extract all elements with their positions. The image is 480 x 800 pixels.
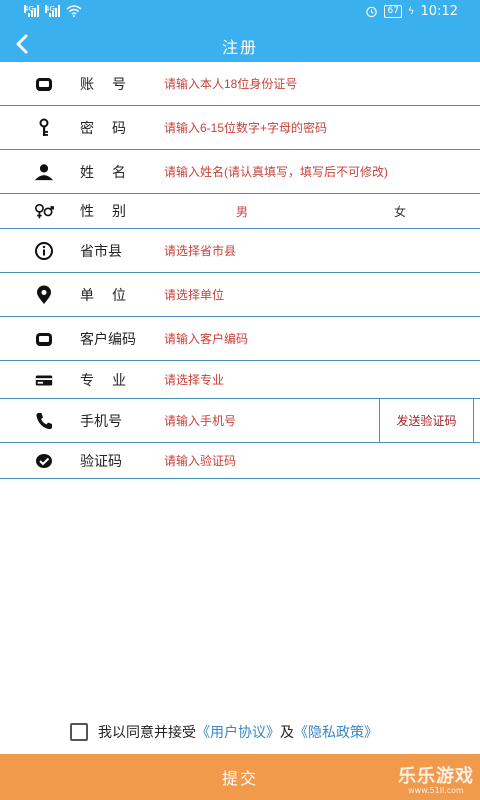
watermark: 乐乐游戏 www.51ll.com <box>398 762 474 795</box>
signal-icon-2: 4G <box>45 5 60 17</box>
privacy-policy-link[interactable]: 《隐私政策》 <box>294 722 378 742</box>
unit-select[interactable] <box>164 287 464 302</box>
account-input[interactable] <box>164 76 464 91</box>
gender-female-option[interactable]: 女 <box>394 203 406 220</box>
id-card-icon <box>34 329 54 349</box>
name-input[interactable] <box>164 164 464 179</box>
register-page: 4G 4G 67 ϟ 10:12 注册 账号 请输入本人18位身份证号 密码 请… <box>0 0 480 800</box>
check-badge-icon <box>34 451 54 471</box>
info-icon <box>34 241 54 261</box>
agreement-row: 我以同意并接受 《用户协议》 及 《隐私政策》 <box>70 722 378 742</box>
name-row: 姓名 <box>0 150 480 194</box>
name-label: 姓名 <box>80 164 144 181</box>
gender-label: 性别 <box>80 204 144 220</box>
page-title: 注册 <box>221 38 258 57</box>
major-row: 专业 <box>0 361 480 399</box>
account-row: 账号 <box>0 62 480 106</box>
user-agreement-link[interactable]: 《用户协议》 <box>196 722 280 742</box>
gender-icon <box>34 201 54 221</box>
customer-code-input[interactable] <box>164 331 464 346</box>
phone-icon <box>34 411 54 431</box>
region-label: 省市县 <box>80 243 122 260</box>
phone-input[interactable] <box>164 413 364 428</box>
watermark-url: www.51ll.com <box>408 786 464 795</box>
unit-label: 单位 <box>80 287 144 304</box>
card-icon <box>34 370 54 390</box>
watermark-title: 乐乐游戏 <box>398 766 474 787</box>
id-card-icon <box>34 74 54 94</box>
code-row: 验证码 <box>0 443 480 479</box>
agreement-and-text: 及 <box>280 725 294 741</box>
alarm-icon <box>366 6 378 18</box>
major-select[interactable] <box>164 372 464 387</box>
password-input[interactable] <box>164 120 464 135</box>
battery-indicator: 67 <box>384 5 402 18</box>
phone-label: 手机号 <box>80 413 122 430</box>
major-label: 专业 <box>80 372 144 389</box>
status-time: 10:12 <box>420 4 458 19</box>
code-input[interactable] <box>164 453 464 468</box>
unit-row: 单位 <box>0 273 480 317</box>
phone-row: 手机号 发送验证码 <box>0 399 480 443</box>
agreement-text: 我以同意并接受 <box>98 725 196 741</box>
location-pin-icon <box>34 285 54 305</box>
title-bar: 注册 <box>0 25 480 62</box>
region-select[interactable] <box>164 243 464 258</box>
wifi-icon <box>66 5 82 17</box>
gender-male-option[interactable]: 男 <box>236 203 248 220</box>
status-bar: 4G 4G 67 ϟ 10:12 <box>0 0 480 25</box>
key-icon <box>34 118 54 138</box>
signal-icon: 4G <box>24 5 39 17</box>
code-label: 验证码 <box>80 453 122 470</box>
account-label: 账号 <box>80 76 144 93</box>
user-icon <box>34 162 54 182</box>
region-row: 省市县 <box>0 229 480 273</box>
customer-code-row: 客户编码 <box>0 317 480 361</box>
gender-row: 性别 男 女 <box>0 194 480 229</box>
customer-code-label: 客户编码 <box>80 331 136 348</box>
register-form: 账号 密码 姓名 性别 男 女 <box>0 62 480 479</box>
send-code-button[interactable]: 发送验证码 <box>379 399 474 442</box>
charging-icon: ϟ <box>407 6 415 17</box>
agreement-checkbox[interactable] <box>70 723 88 741</box>
password-row: 密码 <box>0 106 480 150</box>
password-label: 密码 <box>80 120 144 137</box>
